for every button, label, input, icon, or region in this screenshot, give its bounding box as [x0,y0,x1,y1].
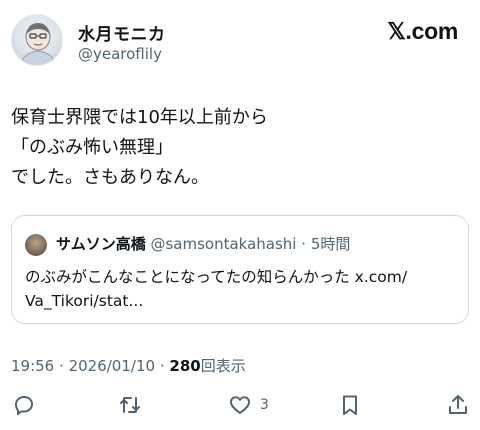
tweet-time[interactable]: 19:56 [11,357,54,375]
reply-icon [15,396,33,415]
action-bar: 3 [0,388,480,422]
tweet-line: でした。さもありなん。 [11,167,209,188]
meta-separator: · [59,357,64,375]
author-handle[interactable]: @yearoflily [78,45,162,63]
quote-author-avatar [25,234,47,256]
views-label: 回表示 [200,357,246,375]
quote-header: サムソン高橋 @samsontakahashi · 5時間 [56,233,350,254]
like-count: 3 [260,397,269,413]
tweet-meta: 19:56 · 2026/01/10 · 280回表示 [11,355,246,376]
quote-separator: · [301,235,307,253]
share-icon [449,395,467,414]
retweet-button[interactable] [118,392,142,418]
quote-text: のぶみがこんなことになってたの知らんかった x.com/ Va_Tikori/s… [25,265,461,313]
quote-time: 5時間 [310,235,351,253]
tweet-line: 保育士界隈では10年以上前から [11,107,268,128]
author-display-name[interactable]: 水月モニカ [78,20,166,45]
tweet-header: 水月モニカ @yearoflily 𝕏.com [0,0,480,70]
reply-button[interactable] [12,392,36,418]
quote-line: Va_Tikori/stat... [25,292,144,310]
bookmark-icon [343,395,357,415]
like-button[interactable]: 3 [228,392,269,418]
bookmark-button[interactable] [338,392,362,418]
quote-tweet-card[interactable]: サムソン高橋 @samsontakahashi · 5時間 のぶみがこんなことに… [11,215,469,324]
heart-icon [230,396,250,414]
tweet-line: 「のぶみ怖い無理」 [11,137,173,158]
tweet-text: 保育士界隈では10年以上前から 「のぶみ怖い無理」 でした。さもありなん。 [11,103,471,193]
share-button[interactable] [446,392,470,418]
retweet-icon [120,397,140,413]
user-avatar-icon [19,23,57,65]
quote-author-name: サムソン高橋 [56,235,146,253]
views-count: 280 [169,357,201,375]
quote-author-handle: @samsontakahashi [150,235,297,253]
x-logo-icon[interactable]: 𝕏.com [387,18,458,45]
tweet-date[interactable]: 2026/01/10 [69,357,155,375]
author-avatar[interactable] [11,14,63,66]
quote-line: のぶみがこんなことになってたの知らんかった x.com/ [25,268,408,286]
meta-separator: · [159,357,165,375]
